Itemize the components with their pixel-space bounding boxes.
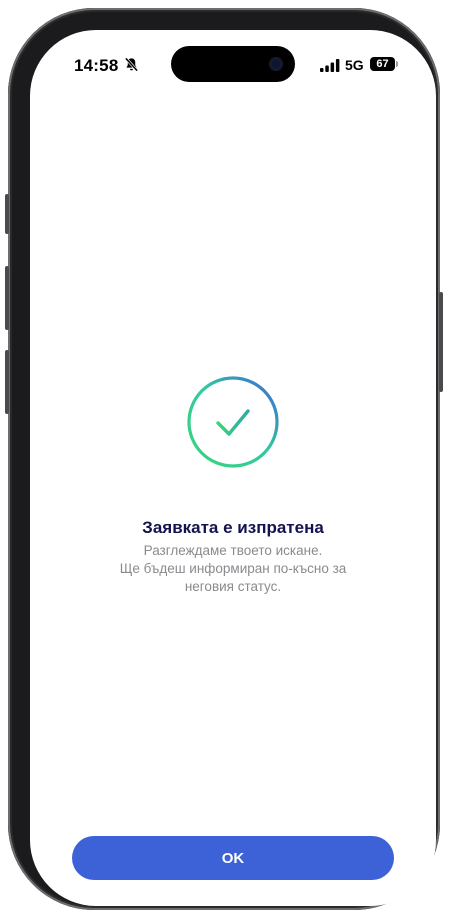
screen: 14:58 5G 67 Заявката е изпратена Разглеж…: [30, 30, 436, 906]
confirmation-title: Заявката е изпратена: [142, 518, 324, 537]
status-time: 14:58: [74, 56, 119, 75]
message-line: неговия статус.: [184, 579, 282, 594]
camera-icon: [269, 57, 283, 71]
action-button: [5, 194, 9, 234]
check-circle-icon: [187, 376, 279, 468]
ok-button[interactable]: OK: [72, 836, 394, 880]
signal-strength-icon: [320, 59, 340, 72]
confirmation-message: Разглеждаме твоето искане. Ще бъдеш инфо…: [90, 542, 376, 596]
power-button: [439, 292, 443, 392]
network-type: 5G: [345, 57, 364, 73]
battery-icon: [396, 61, 398, 67]
phone-frame: 14:58 5G 67 Заявката е изпратена Разглеж…: [5, 8, 443, 910]
dynamic-island: [171, 46, 295, 82]
message-line: Ще бъдеш информиран по-късно за: [119, 561, 347, 576]
battery-level: 67: [370, 57, 395, 71]
volume-up-button: [5, 266, 9, 330]
volume-down-button: [5, 350, 9, 414]
status-bar: 14:58 5G 67: [30, 30, 436, 94]
bell-slash-icon: [124, 57, 139, 72]
message-line: Разглеждаме твоето искане.: [143, 543, 323, 558]
